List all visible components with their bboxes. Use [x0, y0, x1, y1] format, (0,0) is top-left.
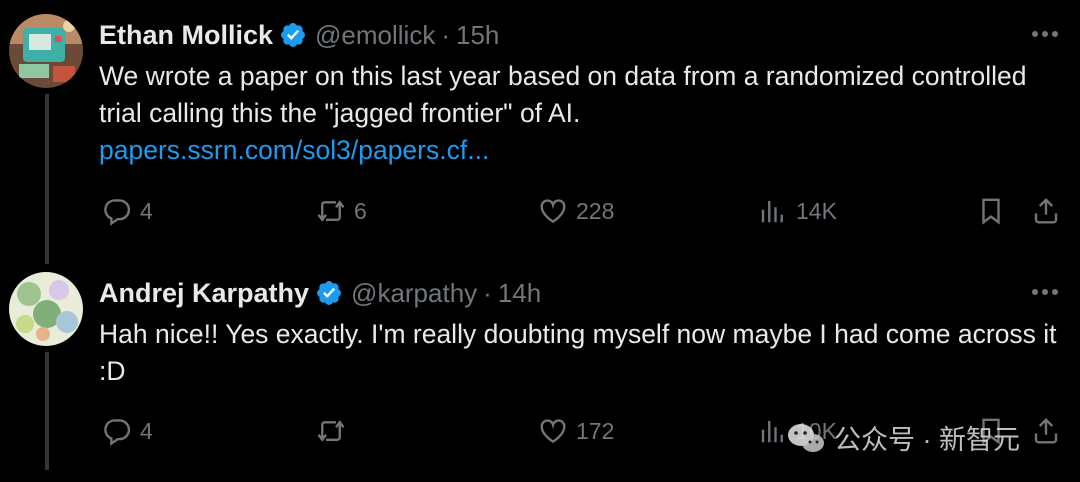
timestamp[interactable]: 14h [498, 278, 541, 309]
author-name[interactable]: Ethan Mollick [99, 20, 273, 51]
author-handle[interactable]: @emollick [315, 20, 435, 51]
tweet-header: Ethan Mollick @emollick · 15h [99, 18, 499, 52]
bookmark-button[interactable] [976, 191, 1006, 231]
repost-count: 6 [354, 197, 367, 224]
share-icon [1034, 198, 1058, 224]
tweet-text: Hah nice!! Yes exactly. I'm really doubt… [99, 316, 1059, 390]
thread-line [45, 94, 49, 264]
verified-badge-icon[interactable] [315, 279, 343, 307]
tweet-body: We wrote a paper on this last year based… [99, 61, 1027, 128]
share-button[interactable] [1031, 191, 1061, 231]
repost-button[interactable] [316, 411, 354, 451]
reply-button[interactable]: 4 [102, 191, 153, 231]
like-button[interactable]: 228 [538, 191, 614, 231]
avatar[interactable] [9, 14, 83, 88]
bookmark-icon [982, 198, 1000, 225]
separator-dot: · [483, 277, 492, 308]
like-count: 172 [576, 417, 615, 444]
action-bar: 4 6 228 14K [0, 191, 1080, 231]
like-button[interactable]: 172 [538, 411, 614, 451]
wechat-logo-icon [788, 423, 824, 452]
more-options-icon[interactable] [1028, 22, 1062, 46]
tweet-header: Andrej Karpathy @karpathy · 14h [99, 276, 541, 310]
share-button[interactable] [1031, 411, 1061, 451]
avatar[interactable] [9, 272, 83, 346]
repost-icon [317, 200, 345, 222]
tweet-text: We wrote a paper on this last year based… [99, 58, 1059, 169]
watermark-text: 公众号 · 新智元 [834, 425, 1020, 455]
timestamp[interactable]: 15h [456, 20, 499, 51]
tweet-ethan-mollick[interactable]: Ethan Mollick @emollick · 15h We wrote a… [0, 0, 1080, 264]
more-options-icon[interactable] [1028, 280, 1062, 304]
tweet-link[interactable]: papers.ssrn.com/sol3/papers.cf... [99, 132, 1059, 169]
views-count: 14K [796, 197, 837, 224]
separator-dot: · [441, 19, 451, 50]
reply-button[interactable]: 4 [102, 411, 153, 451]
like-count: 228 [576, 197, 615, 224]
reply-icon [104, 419, 131, 446]
tweet-body: Hah nice!! Yes exactly. I'm really doubt… [99, 319, 1057, 386]
reply-count: 4 [140, 197, 153, 224]
author-handle[interactable]: @karpathy [351, 278, 477, 309]
watermark: 公众号 · 新智元 [786, 418, 1020, 457]
views-chart-icon [761, 201, 783, 223]
views-button[interactable]: 14K [758, 191, 837, 231]
author-name[interactable]: Andrej Karpathy [99, 278, 309, 309]
views-chart-icon [761, 421, 783, 443]
heart-icon [540, 199, 566, 224]
share-icon [1034, 418, 1058, 444]
reply-icon [104, 199, 131, 226]
repost-icon [317, 420, 345, 442]
heart-icon [540, 419, 566, 444]
reply-count: 4 [140, 417, 153, 444]
repost-button[interactable]: 6 [316, 191, 367, 231]
verified-badge-icon[interactable] [279, 21, 307, 49]
